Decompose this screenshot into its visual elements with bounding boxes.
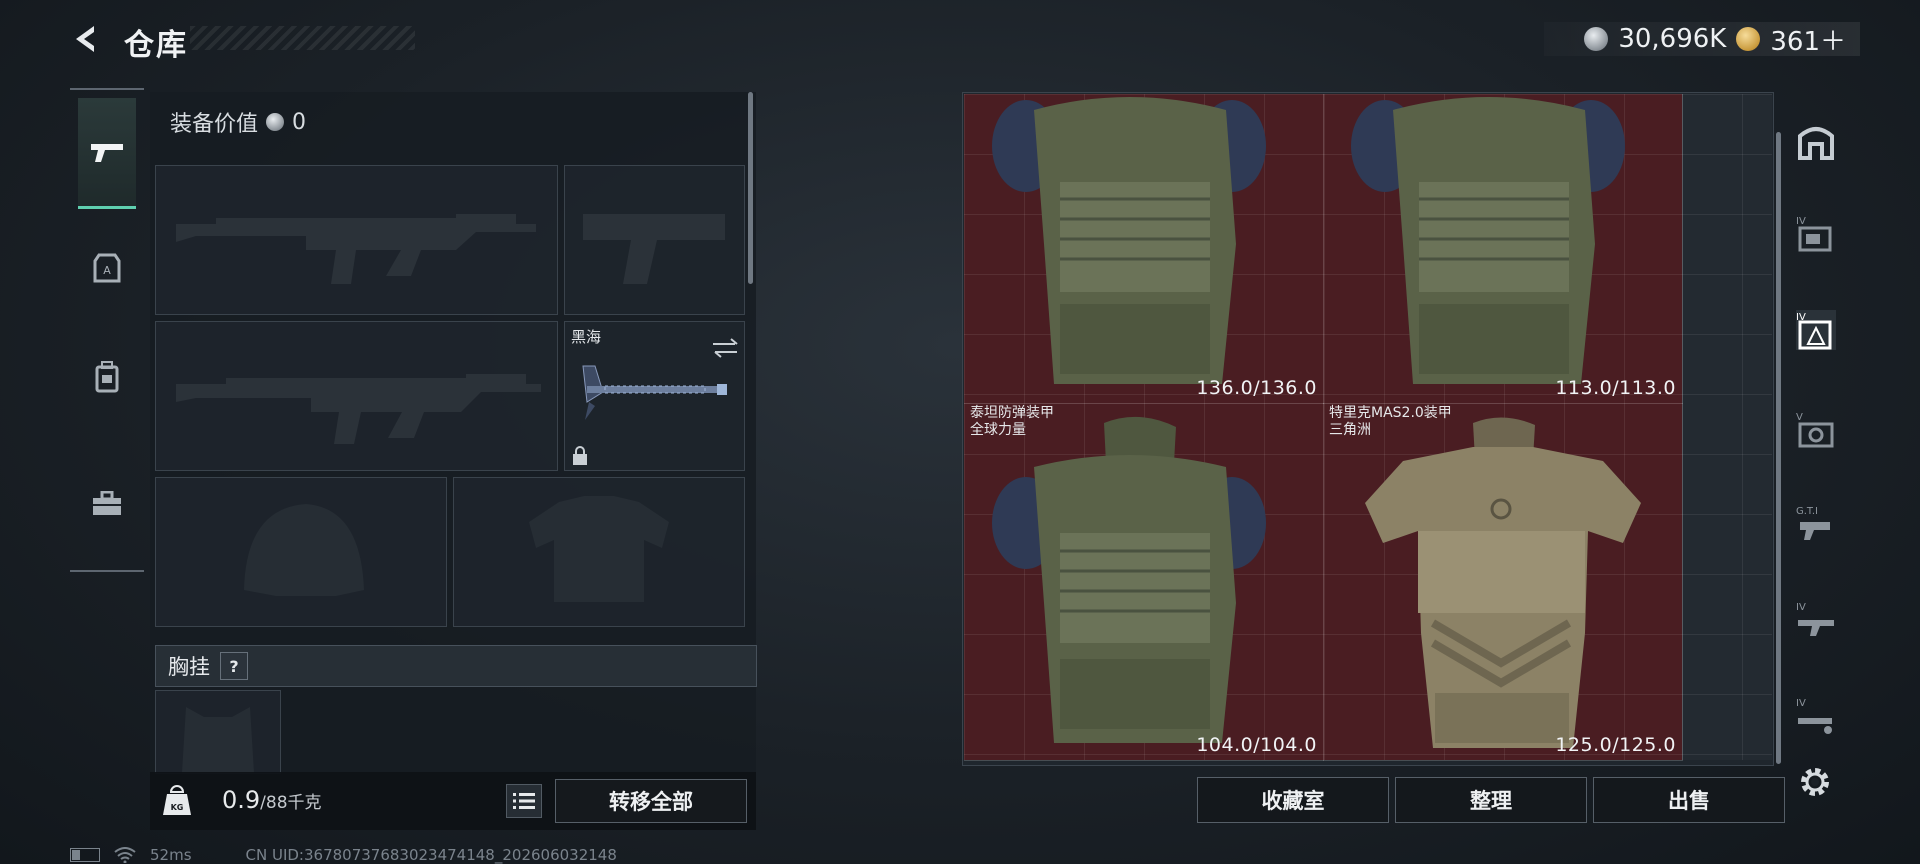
item-durability: 113.0/113.0: [1555, 377, 1676, 399]
silver-coin-icon: [266, 113, 285, 131]
armor-item-1[interactable]: 136.0/136.0: [964, 94, 1324, 404]
warehouse-grid-empty: [1682, 94, 1772, 760]
battery-icon: [70, 848, 100, 862]
item-name: 泰坦防弹装甲 全球力量: [970, 405, 1054, 438]
armor-slot[interactable]: [453, 477, 745, 627]
tier-iv-ammo-icon[interactable]: IV: [1796, 696, 1836, 736]
help-icon[interactable]: ?: [220, 652, 248, 680]
ping-value: 52ms: [150, 846, 192, 864]
gti-icon[interactable]: G.T.I: [1796, 504, 1836, 544]
weight-value: 0.9/88千克: [222, 786, 322, 814]
transfer-all-button[interactable]: 转移全部: [555, 779, 747, 823]
wifi-icon: [114, 847, 136, 863]
equipment-scrollbar[interactable]: [748, 92, 753, 284]
tab-backpack[interactable]: [78, 348, 136, 406]
title-decoration: [190, 26, 415, 50]
sort-button[interactable]: 整理: [1395, 777, 1587, 823]
svg-text:IV: IV: [1796, 216, 1806, 227]
silver-coin-icon: [1584, 27, 1609, 51]
weight-kg-icon: KG: [163, 785, 191, 815]
weight-bar: KG 0.9/88千克 转移全部: [150, 772, 756, 830]
armor-item-3[interactable]: 泰坦防弹装甲 全球力量 104.0/104.0: [964, 403, 1324, 761]
armor-vest-image: [992, 416, 1266, 743]
armor-item-4[interactable]: 特里克MAS2.0装甲 三角洲 125.0/125.0: [1323, 403, 1683, 761]
weight-current: 0.9: [222, 786, 261, 814]
list-view-button[interactable]: [506, 784, 542, 818]
list-icon: [513, 793, 535, 809]
tab-weapons[interactable]: [78, 98, 136, 209]
page-title: 仓库: [124, 28, 188, 63]
svg-text:IV: IV: [1796, 698, 1806, 709]
equipment-value-label: 装备价值: [170, 112, 259, 137]
collection-button[interactable]: 收藏室: [1197, 777, 1389, 823]
lock-icon: [573, 446, 587, 465]
tab-armor-a[interactable]: A: [78, 240, 136, 298]
backpack-icon: [95, 361, 119, 393]
pistol-silhouette-icon: [583, 214, 725, 284]
melee-slot[interactable]: 黑海: [564, 321, 745, 471]
pistol-icon: [91, 144, 123, 162]
item-durability: 136.0/136.0: [1196, 377, 1317, 399]
user-uid: CN UID:367807376830234741​48_20260603214…: [245, 846, 617, 864]
status-bar: 52ms CN UID:367807376830234741​48_202606…: [70, 846, 617, 864]
warehouse-tabs: IV IV V G.T.I IV IV: [1790, 92, 1842, 764]
svg-text:V: V: [1796, 412, 1803, 423]
back-arrow-icon[interactable]: [70, 22, 104, 56]
silver-amount: 30,696K: [1618, 24, 1727, 54]
svg-text:A: A: [103, 264, 111, 277]
tier-iv-weapon-icon[interactable]: IV: [1796, 600, 1836, 640]
tier-iv-armor-icon[interactable]: IV: [1796, 310, 1836, 350]
warehouse-scrollbar[interactable]: [1776, 132, 1781, 764]
settings-gear-icon[interactable]: [1795, 762, 1835, 802]
equipment-value-amount: 0: [292, 109, 307, 135]
svg-text:IV: IV: [1796, 602, 1806, 613]
gold-coin-icon: [1736, 27, 1761, 51]
armor-vest-icon: A: [93, 253, 121, 283]
toolbox-icon: [93, 491, 121, 515]
armor-vest-image: [1351, 97, 1625, 384]
armor-vest-image: [992, 97, 1266, 384]
chest-rig-silhouette-icon: [182, 707, 254, 773]
pistol-slot[interactable]: [564, 165, 745, 315]
tab-toolbox[interactable]: [78, 475, 136, 533]
chest-rig-slot[interactable]: [155, 690, 281, 774]
currency-display: 30,696K 361＋: [1544, 21, 1860, 58]
helmet-silhouette-icon: [244, 504, 364, 596]
equipment-value: 装备价值 0: [170, 106, 306, 138]
rifle-silhouette-icon: [176, 374, 541, 444]
svg-text:G.T.I: G.T.I: [1796, 506, 1818, 517]
category-tabs: A: [70, 88, 144, 572]
weight-capacity: /88千克: [260, 793, 322, 813]
svg-text:KG: KG: [171, 803, 184, 812]
tier-v-armor-icon[interactable]: V: [1796, 410, 1836, 450]
helmet-slot[interactable]: [155, 477, 447, 627]
tier-iv-gear-icon[interactable]: IV: [1796, 214, 1836, 254]
tomahawk-icon: [582, 338, 738, 420]
chest-rig-label: 胸挂: [168, 655, 210, 679]
primary-weapon-slot[interactable]: [155, 165, 558, 315]
secondary-weapon-slot[interactable]: [155, 321, 558, 471]
item-durability: 125.0/125.0: [1555, 734, 1676, 756]
home-icon[interactable]: [1796, 122, 1836, 162]
gold-amount[interactable]: 361＋: [1770, 21, 1846, 58]
armor-item-2[interactable]: 113.0/113.0: [1323, 94, 1683, 404]
armor-silhouette-icon: [529, 496, 669, 602]
rifle-silhouette-icon: [176, 214, 536, 284]
item-name: 特里克MAS2.0装甲 三角洲: [1329, 405, 1452, 438]
camo-armor-image: [1365, 417, 1641, 748]
chest-rig-header: 胸挂 ?: [155, 645, 757, 687]
sell-button[interactable]: 出售: [1593, 777, 1785, 823]
item-durability: 104.0/104.0: [1196, 734, 1317, 756]
